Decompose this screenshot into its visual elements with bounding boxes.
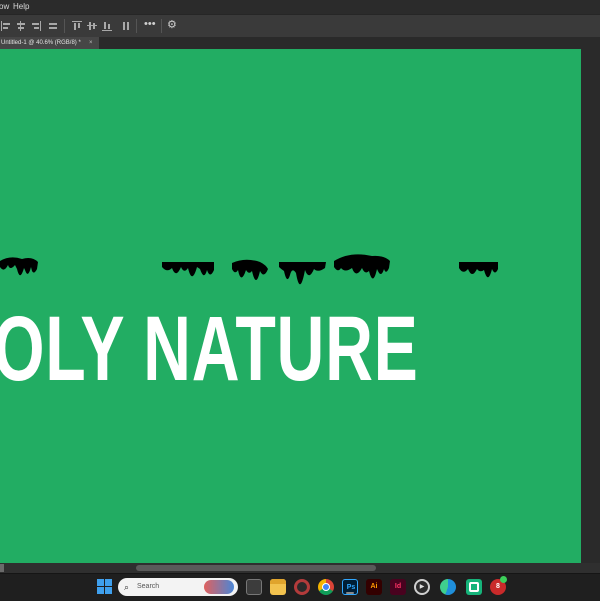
document-tab-bar: Untitled-1 @ 40.6% (RGB/8) * ×	[0, 37, 600, 49]
menu-item-window[interactable]: ow	[0, 0, 9, 14]
drip	[162, 262, 214, 277]
start-icon[interactable]	[97, 579, 113, 595]
gear-icon[interactable]: ⚙	[167, 18, 177, 31]
align-top-icon[interactable]	[72, 21, 82, 31]
media-player-icon[interactable]: ▶	[414, 579, 430, 595]
green-app-icon[interactable]	[466, 579, 482, 595]
indesign-icon[interactable]: Id	[390, 579, 406, 595]
menu-bar: ow Help	[0, 0, 600, 14]
distribute-icon[interactable]	[48, 21, 58, 31]
drip	[459, 262, 498, 278]
drip	[279, 262, 326, 285]
active-app-indicator	[346, 592, 354, 594]
drip	[232, 259, 268, 280]
chrome-icon[interactable]	[318, 579, 334, 595]
edge-icon[interactable]	[440, 579, 456, 595]
tab-title: Untitled-1 @ 40.6% (RGB/8) *	[1, 40, 81, 46]
scrollbar-thumb[interactable]	[136, 565, 376, 571]
align-left-icon[interactable]	[1, 21, 11, 31]
search-highlight-icon	[204, 580, 234, 594]
taskbar: ⌕ Search Ps Ai Id ▶ 8	[0, 573, 600, 601]
taskbar-search[interactable]: ⌕ Search	[118, 578, 238, 596]
separator	[136, 19, 137, 33]
drip	[0, 257, 38, 276]
vertical-scrollbar[interactable]	[581, 49, 600, 563]
drip-effect	[0, 254, 498, 285]
task-view-icon[interactable]	[246, 579, 262, 595]
horizontal-scrollbar[interactable]	[0, 563, 600, 573]
align-center-h-icon[interactable]	[16, 21, 26, 31]
more-options-icon[interactable]: •••	[144, 18, 156, 30]
search-icon: ⌕	[124, 582, 130, 592]
search-label: Search	[137, 583, 160, 590]
file-explorer-icon[interactable]	[270, 579, 286, 595]
scroll-left-icon[interactable]	[0, 564, 4, 572]
tab-untitled-1[interactable]: Untitled-1 @ 40.6% (RGB/8) * ×	[0, 37, 99, 49]
align-right-icon[interactable]	[31, 21, 41, 31]
separator	[161, 19, 162, 33]
distribute-spacing-icon[interactable]	[121, 21, 131, 31]
illustrator-icon[interactable]: Ai	[366, 579, 382, 595]
work-area: OLY NATURE	[0, 49, 600, 563]
red-app-icon[interactable]	[294, 579, 310, 595]
align-middle-v-icon[interactable]	[87, 21, 97, 31]
drip	[334, 254, 390, 279]
separator	[64, 19, 65, 33]
menu-item-help[interactable]: Help	[13, 0, 29, 14]
canvas[interactable]: OLY NATURE	[0, 49, 581, 563]
align-bottom-icon[interactable]	[102, 21, 112, 31]
notification-app-icon[interactable]: 8	[490, 576, 507, 595]
close-icon[interactable]: ×	[89, 37, 93, 49]
options-bar: ••• ⚙	[0, 14, 600, 38]
